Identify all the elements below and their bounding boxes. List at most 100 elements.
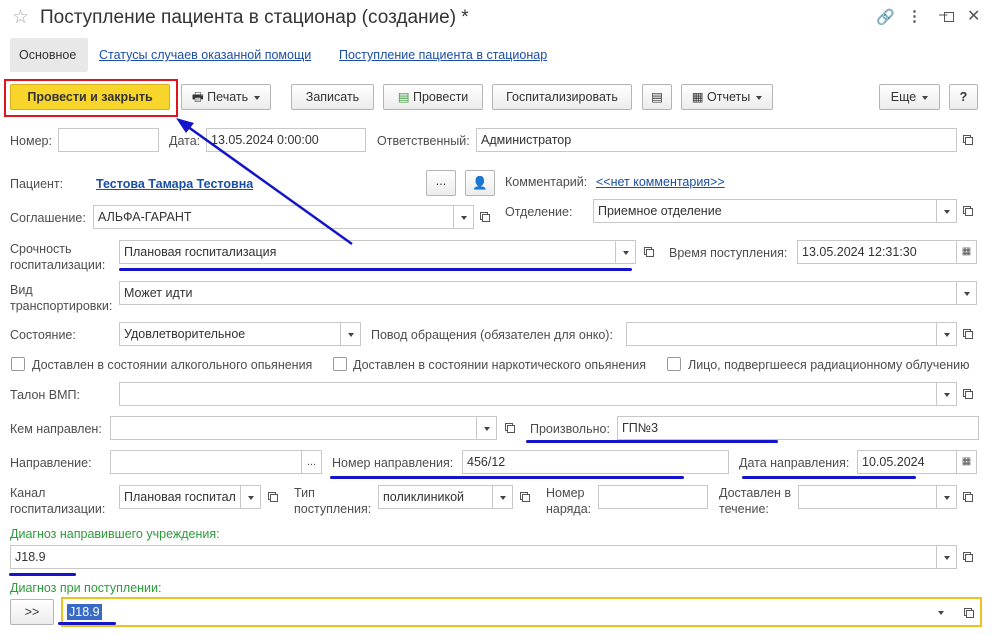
channel-dropdown-icon[interactable] — [241, 485, 261, 509]
open-icon[interactable] — [958, 601, 978, 625]
open-icon[interactable] — [957, 545, 977, 569]
condition-dropdown-icon[interactable] — [341, 322, 361, 346]
patient-card-button[interactable]: 👤 — [465, 170, 495, 196]
transport-select[interactable]: Может идти — [119, 281, 957, 305]
channel-label-1: Канал — [10, 486, 46, 500]
open-icon[interactable] — [262, 485, 282, 509]
admission-type-select[interactable]: поликлиникой — [378, 485, 493, 509]
urgency-label-2: госпитализации: — [10, 258, 106, 272]
referred-by-label: Кем направлен: — [10, 422, 102, 436]
condition-label: Состояние: — [10, 328, 76, 342]
delivered-within-select[interactable] — [798, 485, 937, 509]
tab-admission[interactable]: Поступление пациента в стационар — [339, 48, 547, 62]
hospitalize-button[interactable]: Госпитализировать — [492, 84, 632, 110]
drugs-checkbox[interactable] — [333, 357, 347, 371]
transport-label-2: транспортировки: — [10, 299, 113, 313]
list-button[interactable]: ▤ — [642, 84, 672, 110]
number-label: Номер: — [10, 134, 52, 148]
open-icon[interactable] — [957, 199, 977, 223]
reason-dropdown-icon[interactable] — [937, 322, 957, 346]
link-icon[interactable]: 🔗 — [876, 8, 895, 26]
condition-select[interactable]: Удовлетворительное — [119, 322, 341, 346]
referral-label: Направление: — [10, 456, 92, 470]
open-icon[interactable] — [514, 485, 534, 509]
order-number-label-1: Номер — [546, 486, 585, 500]
more-button[interactable]: Еще — [879, 84, 940, 110]
date-input[interactable]: 13.05.2024 0:00:00 — [206, 128, 366, 152]
transport-dropdown-icon[interactable] — [957, 281, 977, 305]
number-input[interactable] — [58, 128, 159, 152]
referring-diagnosis-label: Диагноз направившего учреждения: — [10, 527, 220, 541]
referred-by-select[interactable] — [110, 416, 477, 440]
arrival-time-input[interactable]: 13.05.2024 12:31:30 — [797, 240, 957, 264]
alcohol-checkbox[interactable] — [11, 357, 25, 371]
referral-date-input[interactable]: 10.05.2024 — [857, 450, 957, 474]
responsible-input[interactable]: Администратор — [476, 128, 957, 152]
calendar-icon[interactable]: ▦ — [957, 240, 977, 264]
vmp-label: Талон ВМП: — [10, 388, 80, 402]
delivered-within-dropdown-icon[interactable] — [937, 485, 957, 509]
drugs-checkbox-label: Доставлен в состоянии наркотического опь… — [353, 358, 646, 372]
reports-button[interactable]: ▦ Отчеты — [681, 84, 773, 110]
reports-label: Отчеты — [707, 90, 751, 104]
reports-icon: ▦ — [691, 90, 704, 104]
admission-type-label-2: поступления: — [294, 502, 372, 516]
agreement-label: Соглашение: — [10, 211, 86, 225]
print-button[interactable]: 🖶 Печать — [181, 84, 271, 110]
more-vertical-icon[interactable]: ⋮ — [907, 7, 922, 25]
admission-diagnosis-select[interactable]: J18.9 — [61, 597, 982, 627]
tab-statuses[interactable]: Статусы случаев оказанной помощи — [99, 48, 311, 62]
patient-link[interactable]: Тестова Тамара Тестовна — [96, 177, 253, 191]
referral-number-input[interactable]: 456/12 — [462, 450, 729, 474]
open-icon[interactable] — [474, 205, 494, 229]
channel-label-2: госпитализации: — [10, 502, 106, 516]
post-button[interactable]: ▤ Провести — [383, 84, 483, 110]
department-dropdown-icon[interactable] — [937, 199, 957, 223]
open-icon[interactable] — [638, 240, 658, 264]
patient-select-button[interactable]: ... — [426, 170, 456, 196]
referred-by-dropdown-icon[interactable] — [477, 416, 497, 440]
channel-select[interactable]: Плановая госпитал — [119, 485, 241, 509]
radiation-checkbox[interactable] — [667, 357, 681, 371]
open-icon[interactable] — [957, 485, 977, 509]
more-label: Еще — [890, 90, 917, 104]
save-button[interactable]: Записать — [291, 84, 374, 110]
calendar-icon[interactable]: ▦ — [957, 450, 977, 474]
copy-diagnosis-button[interactable]: >> — [10, 599, 54, 625]
urgency-select[interactable]: Плановая госпитализация — [119, 240, 616, 264]
comment-link[interactable]: <<нет комментария>> — [596, 175, 725, 189]
referral-date-label: Дата направления: — [739, 456, 850, 470]
person-icon: 👤 — [472, 176, 488, 190]
open-icon[interactable] — [499, 416, 519, 440]
referring-diagnosis-dropdown-icon[interactable] — [937, 545, 957, 569]
referring-diagnosis-select[interactable]: J18.9 — [10, 545, 937, 569]
maximize-icon[interactable] — [944, 12, 954, 22]
referral-input[interactable] — [110, 450, 302, 474]
post-and-close-button[interactable]: Провести и закрыть — [10, 84, 170, 110]
open-icon[interactable] — [957, 128, 977, 152]
vmp-select[interactable] — [119, 382, 937, 406]
favorite-star-icon[interactable]: ☆ — [12, 6, 29, 29]
comment-label: Комментарий: — [505, 175, 588, 189]
chevron-down-icon — [756, 95, 763, 100]
open-icon[interactable] — [957, 382, 977, 406]
admission-diagnosis-dropdown-icon[interactable] — [938, 611, 944, 615]
vmp-dropdown-icon[interactable] — [937, 382, 957, 406]
arrival-time-label: Время поступления: — [669, 246, 788, 260]
patient-label: Пациент: — [10, 177, 64, 191]
agreement-dropdown-icon[interactable] — [454, 205, 474, 229]
reason-select[interactable] — [626, 322, 937, 346]
urgency-dropdown-icon[interactable] — [616, 240, 636, 264]
referral-select-button[interactable]: ... — [302, 450, 322, 474]
annotation-underline — [330, 476, 684, 479]
agreement-select[interactable]: АЛЬФА-ГАРАНТ — [93, 205, 454, 229]
post-doc-icon: ▤ — [397, 90, 410, 104]
department-select[interactable]: Приемное отделение — [593, 199, 937, 223]
open-icon[interactable] — [957, 322, 977, 346]
close-icon[interactable]: ✕ — [967, 6, 980, 26]
admission-type-dropdown-icon[interactable] — [493, 485, 513, 509]
alcohol-checkbox-label: Доставлен в состоянии алкогольного опьян… — [32, 358, 313, 372]
arbitrary-input[interactable]: ГП№3 — [617, 416, 979, 440]
order-number-input[interactable] — [598, 485, 708, 509]
help-button[interactable]: ? — [949, 84, 978, 110]
